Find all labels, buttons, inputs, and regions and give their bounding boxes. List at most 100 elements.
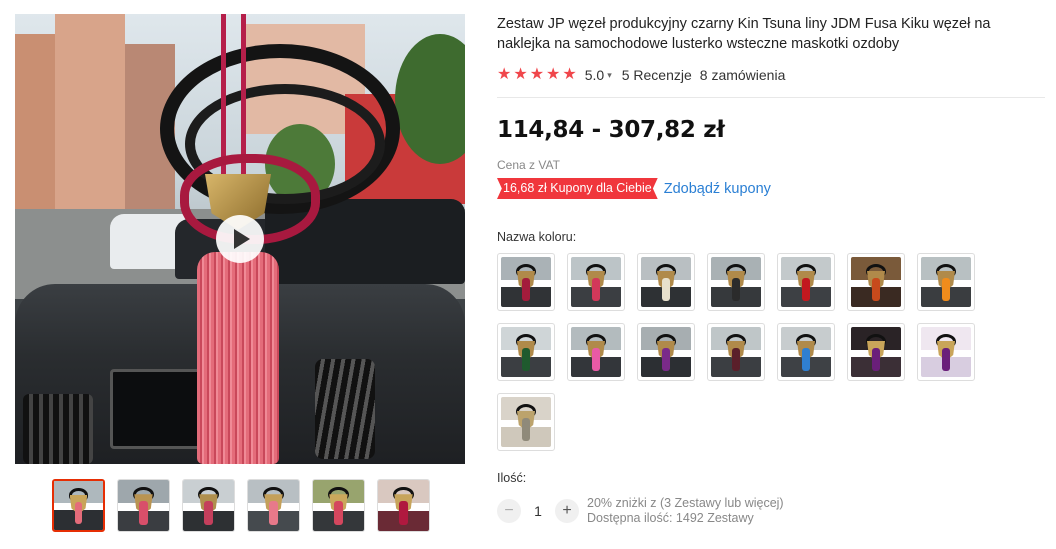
stock-info: Dostępna ilość: 1492 Zestawy [587,511,754,525]
quantity-value[interactable]: 1 [521,503,555,519]
color-swatch[interactable] [497,323,555,381]
product-photo [641,257,691,307]
product-photo [711,257,761,307]
color-swatch[interactable] [847,323,905,381]
thumbnail[interactable] [247,479,300,532]
swatch-image [641,327,691,377]
orders-count: 8 zamówienia [699,67,786,83]
photo-tassel [74,501,83,525]
product-photo [781,257,831,307]
product-photo [183,480,234,531]
product-info: Zestaw JP węzeł produkcyjny czarny Kin T… [497,14,1045,526]
thumbnail[interactable] [312,479,365,532]
color-swatch[interactable] [917,253,975,311]
color-label: Nazwa koloru: [497,230,577,244]
thumbnail[interactable] [117,479,170,532]
plus-icon[interactable]: + [555,499,579,523]
photo-tassel [942,278,950,301]
product-photo [571,257,621,307]
swatch-image [571,257,621,307]
rating-row: ★ ★ ★ ★ ★ 5.0 ▾ 5 Recenzje 8 zamówienia [497,67,1045,84]
discount-info: 20% zniżki z (3 Zestawy lub więcej) [587,496,784,510]
color-swatch[interactable] [777,323,835,381]
photo-tassel [399,501,408,525]
product-photo [921,257,971,307]
swatch-image [921,257,971,307]
coupon-row: 16,68 zł Kupony dla Ciebie Zdobądź kupon… [497,178,1045,199]
swatch-image [921,327,971,377]
photo-tassel [732,278,740,301]
reviews-link[interactable]: 5 Recenzje [622,67,692,83]
product-photo [921,327,971,377]
color-swatch[interactable] [707,253,765,311]
swatch-image [711,327,761,377]
color-swatch[interactable] [707,323,765,381]
price: 114,84 - 307,82 zł [497,117,725,143]
color-swatches [497,253,977,451]
photo-tassel [802,278,810,301]
swatch-image [851,327,901,377]
chevron-down-icon[interactable]: ▾ [607,70,612,81]
swatch-image [501,257,551,307]
color-swatch[interactable] [777,253,835,311]
thumbnail[interactable] [182,479,235,532]
product-photo [781,327,831,377]
photo-tassel [662,278,670,301]
thumbnail[interactable] [52,479,105,532]
photo-tassel [522,278,530,301]
product-photo [711,327,761,377]
photo-tassel [522,348,530,371]
star-icon: ★ [546,66,561,83]
rating-value[interactable]: 5.0 [585,67,604,83]
minus-icon[interactable]: − [497,499,521,523]
image-vent [23,394,93,464]
photo-tassel [732,348,740,371]
product-title: Zestaw JP węzeł produkcyjny czarny Kin T… [497,16,991,52]
color-swatch[interactable] [567,253,625,311]
star-icon: ★ [529,66,545,83]
color-swatch[interactable] [637,253,695,311]
color-swatch[interactable] [497,393,555,451]
photo-tassel [942,348,950,371]
thumbnail-strip [52,479,430,532]
color-swatch[interactable] [637,323,695,381]
product-photo [571,327,621,377]
quantity-label: Ilość: [497,471,527,485]
photo-tassel [269,501,278,525]
swatch-image [781,327,831,377]
rating-stars: ★ ★ ★ ★ ★ [497,67,577,83]
star-icon: ★ [513,66,528,83]
swatch-image [851,257,901,307]
product-photo [501,397,551,447]
main-product-image[interactable] [15,14,465,464]
color-swatch[interactable] [497,253,555,311]
product-photo [641,327,691,377]
image-cords [213,14,253,184]
color-swatch[interactable] [567,323,625,381]
photo-tassel [334,501,343,525]
color-swatch[interactable] [917,323,975,381]
photo-tassel [522,418,530,441]
swatch-image [571,327,621,377]
photo-tassel [802,348,810,371]
quantity-row: − 1 + 20% zniżki z (3 Zestawy lub więcej… [497,496,1045,526]
photo-tassel [872,278,880,301]
product-photo [313,480,364,531]
photo-tassel [139,501,148,525]
coupon-badge[interactable]: 16,68 zł Kupony dla Ciebie [497,178,658,199]
photo-tassel [662,348,670,371]
photo-tassel [592,278,600,301]
get-coupons-link[interactable]: Zdobądź kupony [664,181,771,197]
photo-tassel [204,501,213,525]
quantity-info: 20% zniżki z (3 Zestawy lub więcej) Dost… [587,496,784,526]
thumbnail[interactable] [377,479,430,532]
swatch-image [641,257,691,307]
product-photo [248,480,299,531]
play-icon[interactable] [216,215,264,263]
image-tassel [197,252,279,464]
image-vent [315,359,375,459]
color-swatch[interactable] [847,253,905,311]
product-photo [118,480,169,531]
swatch-image [781,257,831,307]
swatch-image [501,397,551,447]
